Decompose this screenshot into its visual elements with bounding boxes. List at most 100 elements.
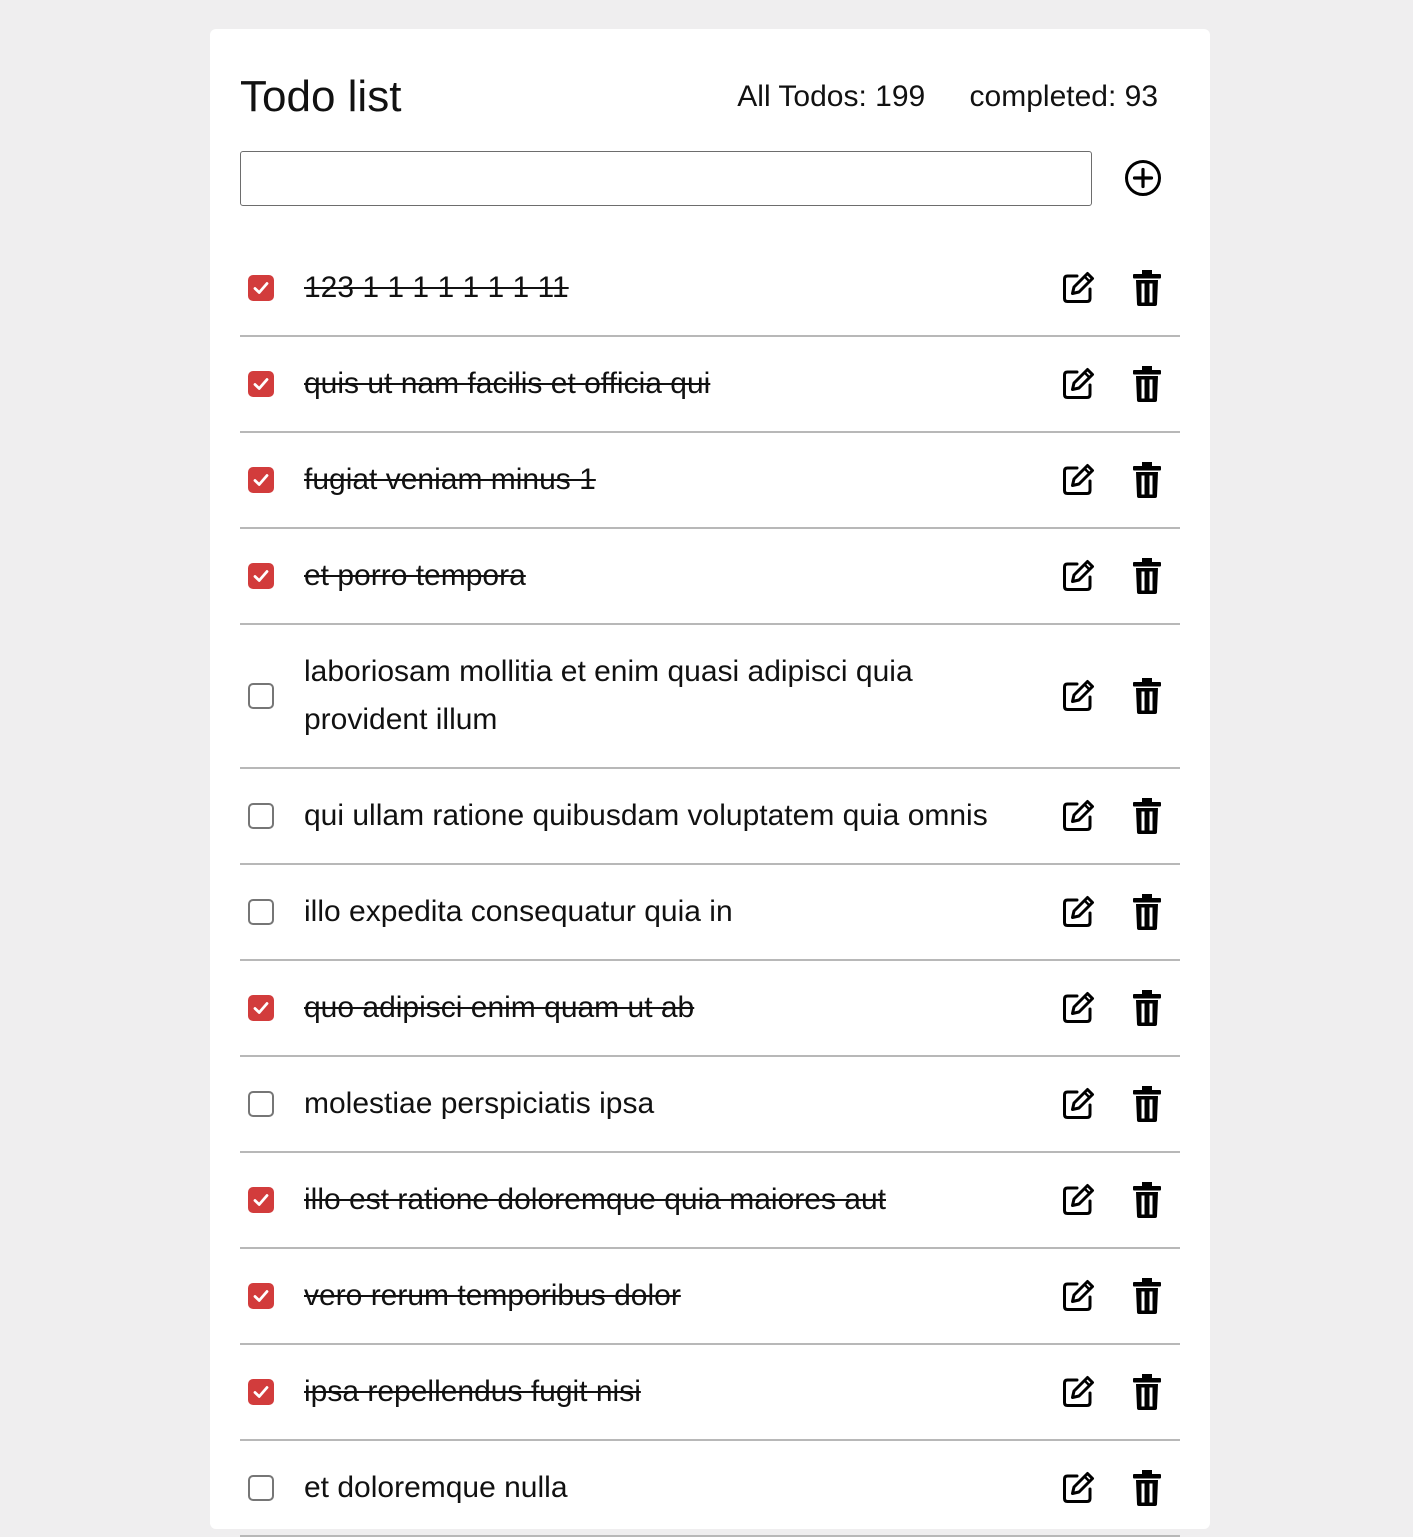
trash-icon [1133, 270, 1161, 306]
edit-todo-button[interactable] [1058, 676, 1098, 716]
todo-text: fugiat veniam minus 1 [304, 463, 596, 496]
todo-checkbox[interactable] [248, 683, 274, 709]
delete-todo-button[interactable] [1130, 989, 1164, 1027]
pencil-square-icon [1063, 464, 1094, 495]
todo-checkbox[interactable] [248, 1379, 274, 1405]
new-todo-input[interactable] [240, 151, 1092, 206]
delete-todo-button[interactable] [1130, 557, 1164, 595]
add-todo-button[interactable] [1122, 157, 1164, 199]
todo-item: et porro tempora [240, 529, 1180, 625]
todo-checkbox[interactable] [248, 275, 274, 301]
trash-icon [1133, 462, 1161, 498]
trash-icon [1133, 990, 1161, 1026]
trash-icon [1133, 1086, 1161, 1122]
all-todos-count: All Todos: 199 [737, 80, 926, 113]
header: Todo list All Todos: 199 completed: 93 [240, 69, 1180, 129]
add-todo-form [240, 151, 1180, 211]
todo-checkbox[interactable] [248, 1283, 274, 1309]
todo-text: et doloremque nulla [304, 1471, 568, 1504]
delete-todo-button[interactable] [1130, 1277, 1164, 1315]
delete-todo-button[interactable] [1130, 461, 1164, 499]
pencil-square-icon [1063, 1472, 1094, 1503]
edit-todo-button[interactable] [1058, 364, 1098, 404]
checkmark-icon [253, 1386, 269, 1398]
todo-checkbox[interactable] [248, 803, 274, 829]
todo-text: et porro tempora [304, 559, 526, 592]
pencil-square-icon [1063, 272, 1094, 303]
todo-item: illo expedita consequatur quia in [240, 865, 1180, 961]
pencil-square-icon [1063, 896, 1094, 927]
todo-checkbox[interactable] [248, 1475, 274, 1501]
todo-item: fugiat veniam minus 1 [240, 433, 1180, 529]
checkmark-icon [253, 474, 269, 486]
todo-text: laboriosam mollitia et enim quasi adipis… [304, 655, 913, 736]
todo-item: ipsa repellendus fugit nisi [240, 1345, 1180, 1441]
todo-checkbox[interactable] [248, 899, 274, 925]
delete-todo-button[interactable] [1130, 797, 1164, 835]
completed-count: completed: 93 [969, 80, 1158, 113]
trash-icon [1133, 798, 1161, 834]
todo-text: vero rerum temporibus dolor [304, 1279, 681, 1312]
checkmark-icon [253, 282, 269, 294]
pencil-square-icon [1063, 680, 1094, 711]
trash-icon [1133, 678, 1161, 714]
todo-item: molestiae perspiciatis ipsa [240, 1057, 1180, 1153]
delete-todo-button[interactable] [1130, 1085, 1164, 1123]
todo-checkbox[interactable] [248, 467, 274, 493]
trash-icon [1133, 1470, 1161, 1506]
todo-text: quo adipisci enim quam ut ab [304, 991, 695, 1024]
edit-todo-button[interactable] [1058, 1372, 1098, 1412]
pencil-square-icon [1063, 800, 1094, 831]
trash-icon [1133, 1182, 1161, 1218]
todo-item: vero rerum temporibus dolor [240, 1249, 1180, 1345]
page-title: Todo list [240, 72, 402, 121]
todo-checkbox[interactable] [248, 563, 274, 589]
todo-item: et doloremque nulla [240, 1441, 1180, 1537]
todo-item: quis ut nam facilis et officia qui [240, 337, 1180, 433]
todo-item: laboriosam mollitia et enim quasi adipis… [240, 625, 1180, 769]
edit-todo-button[interactable] [1058, 1084, 1098, 1124]
edit-todo-button[interactable] [1058, 892, 1098, 932]
edit-todo-button[interactable] [1058, 460, 1098, 500]
todo-item: illo est ratione doloremque quia maiores… [240, 1153, 1180, 1249]
edit-todo-button[interactable] [1058, 796, 1098, 836]
delete-todo-button[interactable] [1130, 1181, 1164, 1219]
todo-text: qui ullam ratione quibusdam voluptatem q… [304, 799, 988, 832]
checkmark-icon [253, 570, 269, 582]
todo-checkbox[interactable] [248, 1187, 274, 1213]
edit-todo-button[interactable] [1058, 1180, 1098, 1220]
edit-todo-button[interactable] [1058, 268, 1098, 308]
edit-todo-button[interactable] [1058, 1276, 1098, 1316]
checkmark-icon [253, 1002, 269, 1014]
pencil-square-icon [1063, 1184, 1094, 1215]
todo-text: quis ut nam facilis et officia qui [304, 367, 711, 400]
todo-text: 123 1 1 1 1 1 1 1 11 [304, 271, 569, 304]
trash-icon [1133, 1278, 1161, 1314]
delete-todo-button[interactable] [1130, 677, 1164, 715]
edit-todo-button[interactable] [1058, 556, 1098, 596]
pencil-square-icon [1063, 1376, 1094, 1407]
todo-text: illo est ratione doloremque quia maiores… [304, 1183, 886, 1216]
delete-todo-button[interactable] [1130, 1469, 1164, 1507]
pencil-square-icon [1063, 560, 1094, 591]
todo-item: 123 1 1 1 1 1 1 1 11 [240, 241, 1180, 337]
todo-checkbox[interactable] [248, 1091, 274, 1117]
delete-todo-button[interactable] [1130, 1373, 1164, 1411]
todo-list: 123 1 1 1 1 1 1 1 11 quis ut nam facilis … [240, 241, 1180, 1537]
trash-icon [1133, 558, 1161, 594]
todo-text: molestiae perspiciatis ipsa [304, 1087, 655, 1120]
edit-todo-button[interactable] [1058, 1468, 1098, 1508]
trash-icon [1133, 366, 1161, 402]
delete-todo-button[interactable] [1130, 893, 1164, 931]
pencil-square-icon [1063, 1088, 1094, 1119]
todo-checkbox[interactable] [248, 995, 274, 1021]
delete-todo-button[interactable] [1130, 269, 1164, 307]
todo-checkbox[interactable] [248, 371, 274, 397]
trash-icon [1133, 894, 1161, 930]
stats: All Todos: 199 completed: 93 [737, 77, 1158, 117]
delete-todo-button[interactable] [1130, 365, 1164, 403]
trash-icon [1133, 1374, 1161, 1410]
pencil-square-icon [1063, 992, 1094, 1023]
edit-todo-button[interactable] [1058, 988, 1098, 1028]
pencil-square-icon [1063, 368, 1094, 399]
